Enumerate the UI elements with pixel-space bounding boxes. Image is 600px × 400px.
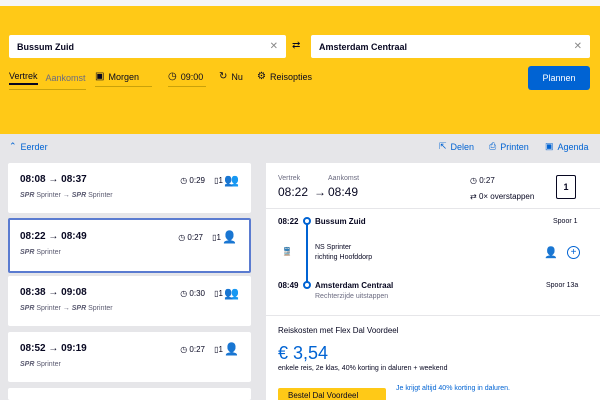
trip-transfers: ▯1 [212,233,221,242]
plan-button[interactable]: Plannen [528,66,590,90]
price-description: enkele reis, 2e klas, 40% korting in dal… [278,365,448,372]
platform-indicator: 1 [556,175,576,199]
trip-duration: ◷ 0:27 [180,345,205,354]
now-label: Nu [231,71,243,82]
swap-icon[interactable]: ⇄ [292,40,300,51]
trip-trains: SPR Sprinter [20,249,61,256]
date-value: Morgen [108,71,139,82]
discount-note: Je krijgt altijd 40% korting in daluren. [396,385,511,392]
transfer-icon: ⇄ [470,192,477,201]
from-field[interactable]: Bussum Zuid ✕ [9,35,286,58]
trip-times: 08:22 → 08:49 [20,231,87,242]
trip-card-1[interactable]: 08:08 → 08:37 SPR Sprinter → SPR Sprinte… [8,163,251,213]
stop2-name[interactable]: Amsterdam Centraal [315,281,393,290]
trip-transfers: ▯1 [214,289,223,298]
time-value: 09:00 [180,71,204,82]
service-name: NS Sprinter [315,244,352,251]
tab-arrival[interactable]: Aankomst [46,73,86,83]
crowd-low-icon: 👤 [222,230,237,244]
trip-duration: ◷ 0:27 [178,233,203,242]
stop1-platform: Spoor 1 [553,218,578,225]
detail-departure-label: Vertrek [278,175,301,182]
trip-times: 08:52 → 09:19 [20,343,87,354]
print-button[interactable]: ⎙ Printen [489,141,529,152]
trip-trains: SPR Sprinter → SPR Sprinter [20,305,113,312]
clear-from-icon[interactable]: ✕ [270,41,278,52]
crowd-low-icon: 👤 [224,342,239,356]
to-value: Amsterdam Centraal [319,41,408,52]
top-strip [0,0,600,6]
trip-detail-panel: Vertrek Aankomst 08:22 → 08:49 ◷ 0:27 ⇄ … [266,163,600,400]
share-label: Delen [450,141,475,152]
clear-to-icon[interactable]: ✕ [574,41,582,52]
stop2-time: 08:49 [278,281,299,290]
refresh-icon: ↻ [219,71,228,82]
price: € 3,54 [278,343,329,363]
stop2-platform: Spoor 13a [546,282,579,289]
trip-card-3[interactable]: 08:38 → 09:08 SPR Sprinter → SPR Sprinte… [8,276,251,326]
print-label: Printen [500,141,529,152]
gear-icon: ⚙ [257,71,266,82]
service-direction: richting Hoofddorp [315,254,373,261]
expand-plus-icon[interactable]: + [567,246,580,259]
trip-times: 08:38 → 09:08 [20,287,87,298]
exit-side: Rechterzijde uitstappen [315,293,389,300]
route-line [306,219,308,287]
agenda-button[interactable]: ▣ Agenda [545,141,589,152]
detail-arr-time: 08:49 [328,185,359,199]
trip-duration: ◷ 0:29 [180,176,205,185]
tab-group: Vertrek Aankomst [9,71,86,90]
detail-arrival-label: Aankomst [328,175,360,182]
now-button[interactable]: ↻ Nu [219,71,243,86]
time-picker[interactable]: ◷ 09:00 [168,71,206,87]
printer-icon: ⎙ [489,141,497,151]
trip-duration: ◷ 0:30 [180,289,205,298]
trip-trains: SPR Sprinter → SPR Sprinter [20,192,113,199]
crowd-low-icon: 👤 [544,247,558,259]
detail-transfers: ⇄ 0× overstappen [470,192,535,201]
chevron-up-icon: ⌃ [9,141,17,151]
detail-arrow: → [314,185,326,199]
detail-dep-time: 08:22 [278,185,309,199]
results-toolbar: ⌃ Eerder ⇱ Delen ⎙ Printen ▣ Agenda [0,141,600,155]
earlier-label: Eerder [20,141,48,152]
crowd-high-icon: 👥 [224,286,239,300]
trip-card-4[interactable]: 08:52 → 09:19 SPR Sprinter ◷ 0:27 ▯1 👤 [8,332,251,382]
stop1-name[interactable]: Bussum Zuid [315,217,366,226]
train-icon: 🚆 [282,247,292,256]
detail-divider [266,208,600,209]
share-icon: ⇱ [439,141,447,151]
earlier-button[interactable]: ⌃ Eerder [9,141,48,152]
route-start-dot [303,217,311,225]
clock-icon: ◷ [168,71,177,82]
search-panel: Bussum Zuid ✕ ⇄ Amsterdam Centraal ✕ Ver… [0,0,600,134]
route-end-dot [303,281,311,289]
trip-card-2-selected[interactable]: 08:22 → 08:49 SPR Sprinter ◷ 0:27 ▯1 👤 [8,218,251,273]
trip-times: 08:08 → 08:37 [20,174,87,185]
to-field[interactable]: Amsterdam Centraal ✕ [311,35,590,58]
calendar-icon: ▣ [95,71,105,82]
crowd-high-icon: 👥 [224,173,239,187]
travel-options-button[interactable]: ⚙ Reisopties [257,71,312,86]
from-value: Bussum Zuid [17,41,75,52]
calendar-add-icon: ▣ [545,141,554,151]
agenda-label: Agenda [557,141,589,152]
trip-card-5-partial[interactable] [8,388,251,400]
trip-trains: SPR Sprinter [20,361,61,368]
detail-duration: ◷ 0:27 [470,176,495,185]
detail-divider-2 [266,315,600,316]
tab-departure[interactable]: Vertrek [9,71,38,85]
share-button[interactable]: ⇱ Delen [439,141,474,152]
stop1-time: 08:22 [278,217,299,226]
order-dal-voordeel-button[interactable]: Bestel Dal Voordeel [278,388,386,400]
trip-transfers: ▯1 [214,176,223,185]
date-picker[interactable]: ▣ Morgen [95,71,152,87]
travel-options-label: Reisopties [269,71,312,82]
trip-transfers: ▯1 [214,345,223,354]
cost-title: Reiskosten met Flex Dal Voordeel [278,326,399,335]
